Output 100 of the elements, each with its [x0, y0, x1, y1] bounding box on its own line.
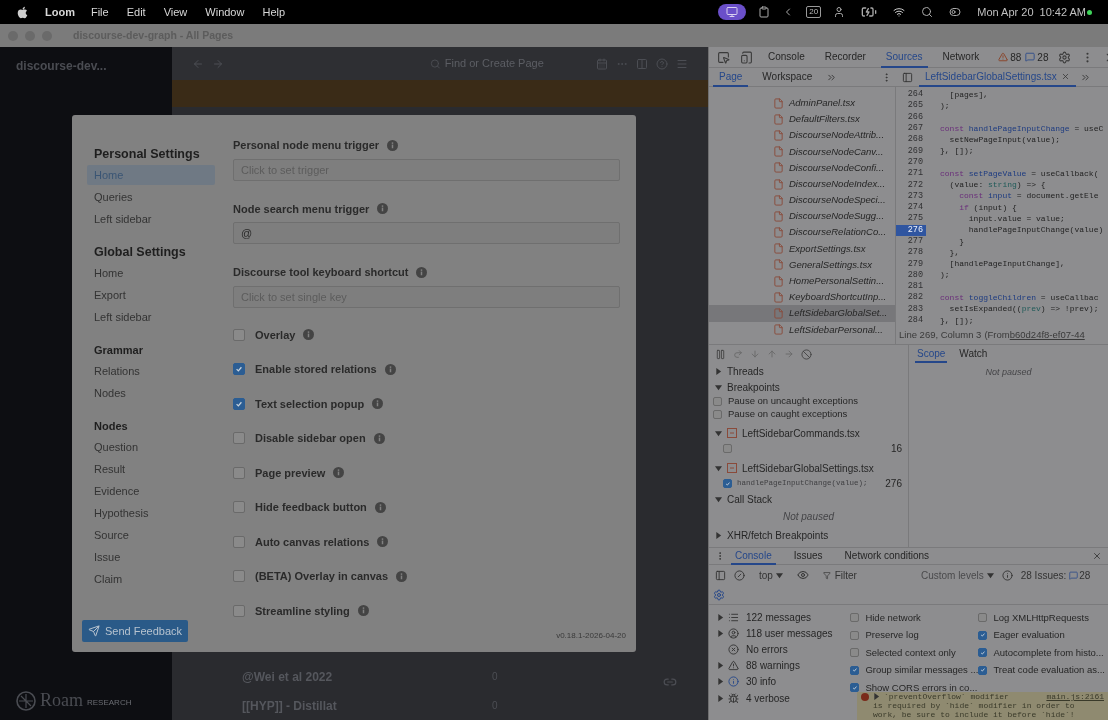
checkbox[interactable] [850, 630, 860, 640]
file-tree-item[interactable]: GeneralSettings.tsx [709, 256, 895, 274]
checkbox[interactable] [233, 501, 245, 514]
checkbox[interactable] [233, 432, 245, 445]
checkbox[interactable] [978, 648, 988, 658]
info-icon[interactable] [387, 139, 399, 151]
clipboard-icon[interactable] [758, 6, 771, 18]
setting-label[interactable]: Hide network [865, 610, 921, 625]
line-number[interactable]: 278 [896, 247, 926, 259]
line-number[interactable]: 283 [896, 303, 926, 315]
checkbox[interactable] [233, 397, 245, 410]
nav-item[interactable]: Left sidebar [87, 209, 215, 229]
info-icon[interactable] [333, 467, 345, 479]
toggle-label[interactable]: Overlay [255, 326, 296, 343]
line-number[interactable]: 265 [896, 100, 926, 112]
deactivate-breakpoints-icon[interactable] [801, 348, 812, 360]
checkbox[interactable] [978, 630, 988, 640]
step-over-icon[interactable] [733, 349, 743, 359]
clock-time[interactable]: 10:42 AM [1039, 3, 1086, 21]
line-number[interactable]: 274 [896, 202, 926, 214]
message-group[interactable]: 118 user messages [746, 625, 833, 641]
drawer-tab[interactable]: Console [731, 547, 776, 565]
nav-item[interactable]: Home [87, 263, 215, 283]
setting-label[interactable]: Selected context only [865, 645, 956, 660]
line-number[interactable]: 273 [896, 190, 926, 202]
checkbox[interactable] [233, 466, 245, 479]
device-icon[interactable] [740, 50, 753, 64]
line-number[interactable]: 277 [896, 236, 926, 247]
pause-icon[interactable] [715, 348, 726, 360]
help-icon[interactable] [656, 57, 668, 70]
step-out-icon[interactable] [767, 349, 777, 359]
info-icon[interactable] [1001, 569, 1013, 581]
nav-item[interactable]: Evidence [87, 481, 215, 501]
devtools-tab[interactable]: Console [763, 47, 810, 68]
section-header[interactable]: Threads [727, 363, 764, 379]
file-tree-item[interactable]: AdminPanel.tsx [709, 95, 895, 112]
checkbox[interactable] [978, 665, 988, 675]
toggle-label[interactable]: Hide feedback button [255, 499, 367, 516]
info-icon[interactable] [396, 570, 408, 582]
text-field[interactable]: @ [233, 222, 620, 244]
dropdown-caret-icon[interactable] [775, 571, 783, 579]
info-icon[interactable] [377, 203, 389, 215]
menu-item[interactable]: File [90, 3, 109, 21]
expanded-caret-icon[interactable] [715, 429, 722, 437]
checkbox[interactable] [233, 570, 245, 583]
line-number[interactable]: 280 [896, 269, 926, 281]
calendar-icon[interactable] [596, 57, 608, 70]
devtools-tab[interactable]: Network [937, 47, 985, 68]
graph-name[interactable]: discourse-dev... [16, 57, 156, 75]
checkbox[interactable] [713, 397, 722, 406]
source-link[interactable]: b60d24f8-ef07-44 [1009, 327, 1085, 343]
toggle-label[interactable]: Auto canvas relations [255, 533, 370, 550]
scope-tab[interactable]: Watch [957, 345, 990, 363]
option-label[interactable]: Pause on uncaught exceptions [728, 394, 858, 409]
step-icon[interactable] [784, 349, 794, 359]
inspect-icon[interactable] [717, 50, 730, 64]
info-icon[interactable] [377, 536, 389, 548]
battery-icon[interactable] [861, 4, 878, 20]
navigator-tab[interactable]: Workspace [756, 67, 819, 87]
nav-item[interactable]: Result [87, 459, 215, 479]
breakpoint-file[interactable]: LeftSidebarCommands.tsx [742, 425, 860, 441]
wifi-icon[interactable] [893, 6, 906, 18]
devtools-tab[interactable]: Recorder [819, 47, 871, 68]
line-number[interactable]: 284 [896, 315, 926, 326]
issues-count[interactable]: 28 [1069, 567, 1091, 583]
nav-item[interactable]: Claim [87, 569, 215, 589]
setting-label[interactable]: Treat code evaluation as... [993, 663, 1105, 678]
back-icon[interactable] [192, 57, 204, 70]
breakpoint-file[interactable]: LeftSidebarGlobalSettings.tsx [742, 460, 874, 476]
nav-item[interactable]: Nodes [87, 383, 215, 403]
file-tree-item[interactable]: ExportSettings.tsx [709, 240, 895, 257]
line-number[interactable]: 282 [896, 292, 926, 304]
setting-label[interactable]: Preserve log [865, 628, 919, 643]
checkbox[interactable] [233, 363, 245, 376]
nav-item[interactable]: Issue [87, 547, 215, 567]
nav-item[interactable]: Question [87, 437, 215, 457]
clock-date[interactable]: Mon Apr 20 [977, 3, 1034, 21]
info-icon[interactable] [357, 605, 369, 617]
checkbox[interactable] [723, 444, 732, 453]
checkbox[interactable] [850, 683, 860, 693]
file-tree-item[interactable]: DiscourseRelationCo... [709, 224, 895, 241]
expanded-caret-icon[interactable] [715, 383, 722, 391]
line-number[interactable]: 266 [896, 111, 926, 123]
file-tree-item[interactable]: KeyboardShortcutInp... [709, 289, 895, 306]
menu-icon[interactable] [676, 57, 688, 70]
setting-label[interactable]: Log XMLHttpRequests [993, 610, 1089, 625]
file-tree-item[interactable]: LeftSidebarGlobalSet... [709, 305, 895, 322]
checkbox[interactable] [233, 328, 245, 341]
file-tree-item[interactable]: DiscourseNodeConfi... [709, 159, 895, 176]
expanded-caret-icon[interactable] [715, 495, 722, 503]
line-number[interactable]: 276 [896, 224, 926, 236]
settings-icon[interactable] [1058, 50, 1072, 64]
toggle-label[interactable]: Disable sidebar open [255, 430, 366, 447]
calendar-date[interactable]: 20 [806, 6, 822, 18]
issue-count[interactable]: 28 [1037, 49, 1049, 65]
checkbox[interactable] [978, 613, 988, 623]
file-tree-item[interactable]: DiscourseNodeSpeci... [709, 192, 895, 209]
line-number[interactable]: 279 [896, 258, 926, 270]
drawer-tab[interactable]: Network conditions [840, 547, 934, 565]
line-number[interactable]: 275 [896, 213, 926, 225]
